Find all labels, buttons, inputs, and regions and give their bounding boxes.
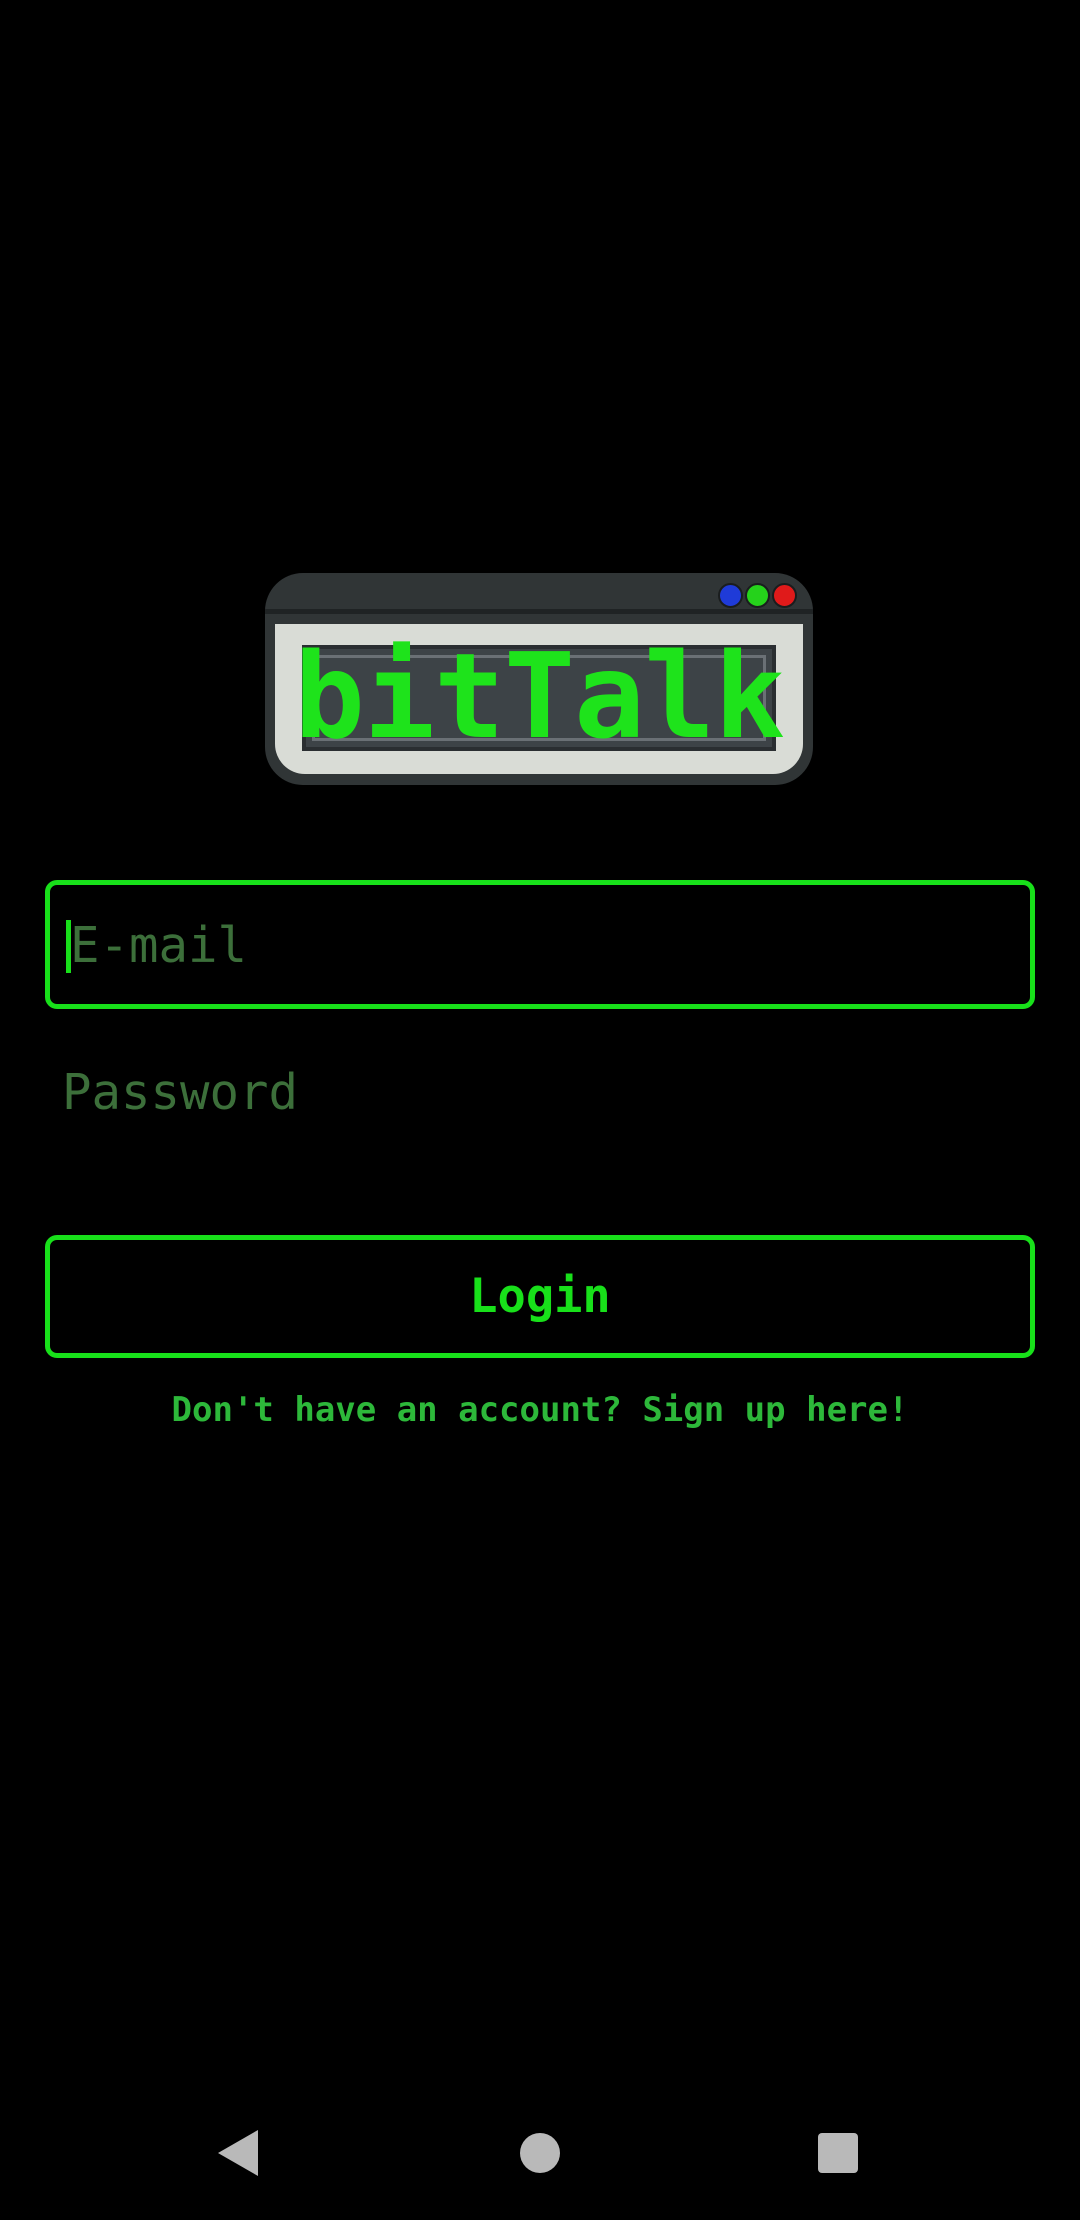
logo-screen: bitTalk: [294, 637, 785, 755]
recents-icon[interactable]: [818, 2133, 858, 2173]
blue-dot-icon: [718, 583, 743, 608]
signup-link[interactable]: Don't have an account? Sign up here!: [0, 1385, 1080, 1435]
password-field[interactable]: [60, 1052, 1022, 1132]
logo-titlebar: [265, 609, 813, 614]
app-logo: bitTalk: [265, 573, 813, 785]
text-cursor: [66, 920, 71, 973]
back-icon[interactable]: [218, 2130, 258, 2176]
email-field[interactable]: [66, 905, 1010, 985]
login-button-label: Login: [469, 1269, 611, 1324]
login-button[interactable]: Login: [45, 1235, 1035, 1358]
green-dot-icon: [745, 583, 770, 608]
logo-frame: bitTalk: [275, 624, 803, 774]
logo-text: bitTalk: [293, 627, 785, 765]
red-dot-icon: [772, 583, 797, 608]
email-field-container[interactable]: [45, 880, 1035, 1009]
home-icon[interactable]: [520, 2133, 560, 2173]
